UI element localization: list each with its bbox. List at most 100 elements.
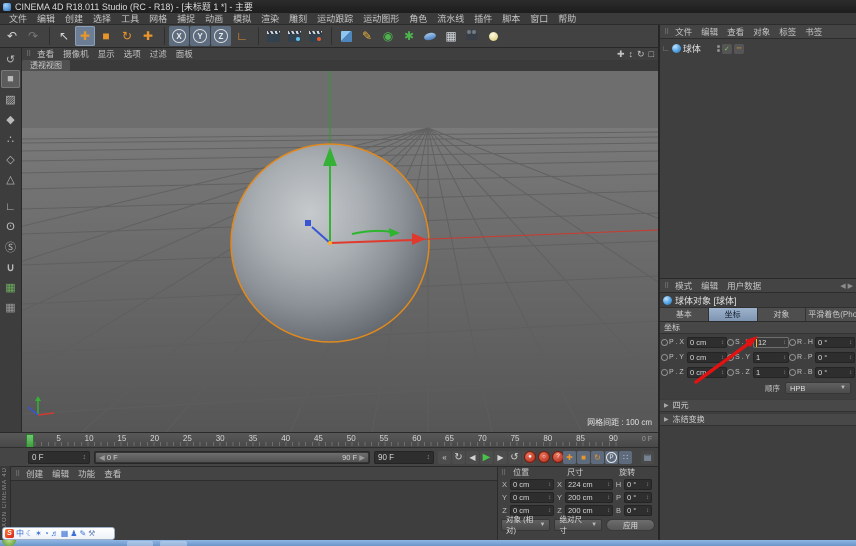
menu-sculpt[interactable]: 雕刻 — [284, 12, 312, 25]
lock-y-axis-button[interactable]: Y — [190, 26, 210, 46]
material-menu-edit[interactable]: 编辑 — [48, 468, 73, 480]
end-frame-field[interactable]: 90 F — [374, 451, 434, 464]
render-settings-button[interactable] — [305, 26, 325, 46]
viewport-menu-panel[interactable]: 面板 — [172, 48, 197, 60]
object-menu-tags[interactable]: 标签 — [775, 26, 800, 38]
render-picture-viewer-button[interactable] — [284, 26, 304, 46]
start-button[interactable] — [2, 540, 16, 546]
enable-snap-icon[interactable]: Ⓢ — [1, 238, 20, 256]
enable-axis-icon[interactable]: ∟ — [1, 198, 20, 216]
coordinates-section-header[interactable]: 坐标 — [660, 322, 856, 334]
timeline-window-icon[interactable]: ▤ — [641, 451, 654, 464]
panel-grip-icon[interactable]: ⠿ — [15, 470, 21, 478]
menu-create[interactable]: 创建 — [60, 12, 88, 25]
tab-object[interactable]: 对象 — [758, 308, 807, 321]
coordinate-mode-dropdown[interactable]: 对象 (相对)▼ — [501, 519, 550, 531]
toggle-view-icon[interactable]: □ — [649, 49, 654, 60]
scale-tool-button[interactable]: ■ — [96, 26, 116, 46]
tab-coordinates[interactable]: 坐标 — [709, 308, 758, 321]
object-menu-bookmarks[interactable]: 书签 — [801, 26, 826, 38]
coordinate-system-button[interactable]: ∟ — [232, 26, 252, 46]
lock-workplane-icon[interactable]: ▦ — [1, 298, 20, 316]
order-dropdown[interactable]: HPB▼ — [785, 382, 851, 394]
editable-check-icon[interactable]: ✓ — [722, 44, 732, 54]
panel-grip-icon[interactable]: ⠿ — [498, 469, 507, 477]
material-menu-view[interactable]: 查看 — [100, 468, 125, 480]
object-name[interactable]: 球体 — [683, 42, 701, 55]
keyframe-dot[interactable] — [661, 354, 668, 361]
s-x-field[interactable]: 12 — [753, 337, 789, 348]
add-primitive-button[interactable] — [336, 26, 356, 46]
key-rotation-toggle[interactable]: ↻ — [591, 451, 604, 464]
tab-basic[interactable]: 基本 — [660, 308, 709, 321]
viewport-menu-options[interactable]: 选项 — [120, 48, 145, 60]
menu-script[interactable]: 脚本 — [497, 12, 525, 25]
keyframe-dot[interactable] — [661, 339, 668, 346]
floor-button[interactable]: ▦ — [441, 26, 461, 46]
magnet-icon[interactable]: ∪ — [1, 258, 20, 276]
generators-button[interactable]: ✱ — [399, 26, 419, 46]
menu-mograph[interactable]: 运动图形 — [358, 12, 404, 25]
polygons-mode-icon[interactable]: △ — [1, 170, 20, 188]
menu-render[interactable]: 渲染 — [256, 12, 284, 25]
rotation-p-field[interactable]: 0 ° — [624, 492, 652, 503]
panel-grip-icon[interactable]: ⠿ — [26, 50, 32, 58]
position-x-field[interactable]: 0 cm — [510, 479, 554, 490]
timeline-playhead[interactable] — [26, 434, 34, 448]
key-pla-toggle[interactable]: ∷ — [619, 451, 632, 464]
workplane-mode-icon[interactable]: ◆ — [1, 110, 20, 128]
ime-toolbox-icon[interactable]: ⚒ — [88, 529, 95, 538]
r-p-field[interactable]: 0 ° — [815, 352, 855, 363]
rotation-b-field[interactable]: 0 ° — [624, 505, 652, 516]
texture-mode-icon[interactable]: ▨ — [1, 90, 20, 108]
gizmo-origin[interactable] — [328, 241, 332, 245]
redo-button[interactable]: ↷ — [23, 26, 43, 46]
model-mode-icon[interactable]: ■ — [1, 70, 20, 88]
menu-plugins[interactable]: 插件 — [469, 12, 497, 25]
menu-motion-tracker[interactable]: 运动跟踪 — [312, 12, 358, 25]
menu-pipeline[interactable]: 流水线 — [432, 12, 469, 25]
start-frame-field[interactable]: 0 F — [28, 451, 90, 464]
ime-skin-icon[interactable]: ✎ — [79, 529, 86, 538]
viewport-menu-view[interactable]: 查看 — [33, 48, 58, 60]
apply-button[interactable]: 应用 — [606, 519, 655, 531]
sogou-logo-icon[interactable]: S — [5, 529, 14, 538]
rotate-view-icon[interactable]: ↻ — [637, 49, 645, 60]
viewport-menu-cameras[interactable]: 摄像机 — [59, 48, 93, 60]
keyframe-dot[interactable] — [727, 369, 734, 376]
camera-button[interactable] — [462, 26, 482, 46]
record-keyframe-button[interactable]: ● — [524, 451, 536, 463]
rotation-h-field[interactable]: 0 ° — [624, 479, 652, 490]
panel-grip-icon[interactable]: ⠿ — [664, 282, 670, 290]
menu-help[interactable]: 帮助 — [553, 12, 581, 25]
keyframe-dot[interactable] — [789, 339, 796, 346]
autokey-button[interactable]: ○ — [538, 451, 550, 463]
menu-character[interactable]: 角色 — [404, 12, 432, 25]
panel-grip-icon[interactable]: ⠿ — [664, 28, 670, 36]
key-parameter-toggle[interactable]: P — [605, 451, 618, 464]
viewport-canvas[interactable] — [22, 71, 658, 432]
quaternion-section[interactable]: ▶ 四元 — [660, 399, 856, 412]
menu-snap[interactable]: 捕捉 — [172, 12, 200, 25]
attribute-menu-userdata[interactable]: 用户数据 — [723, 280, 765, 292]
size-mode-dropdown[interactable]: 绝对尺寸▼ — [554, 519, 602, 531]
size-x-field[interactable]: 224 cm — [565, 479, 613, 490]
ime-fullwidth-icon[interactable]: ☾ — [26, 529, 33, 538]
viewport-tab-perspective[interactable]: 透视视图 — [22, 60, 70, 71]
keyframe-dot[interactable] — [727, 354, 734, 361]
key-scale-toggle[interactable]: ■ — [577, 451, 590, 464]
taskbar-button[interactable] — [127, 541, 153, 546]
ime-account-icon[interactable]: ♟ — [70, 529, 77, 538]
rotate-tool-button[interactable]: ↻ — [117, 26, 137, 46]
material-menu-function[interactable]: 功能 — [74, 468, 99, 480]
timeline-ruler[interactable]: 05 1015 2025 3035 4045 5055 6065 7075 80… — [0, 432, 658, 447]
menu-edit[interactable]: 编辑 — [32, 12, 60, 25]
lock-z-axis-button[interactable]: Z — [211, 26, 231, 46]
frame-range-slider[interactable]: ◀ 0 F 90 F ▶ — [94, 451, 370, 464]
workplane-icon[interactable]: ▦ — [1, 278, 20, 296]
taskbar-button[interactable] — [160, 541, 187, 546]
environment-button[interactable] — [420, 26, 440, 46]
r-b-field[interactable]: 0 ° — [815, 367, 855, 378]
p-y-field[interactable]: 0 cm — [687, 352, 727, 363]
gizmo-z-handle[interactable] — [305, 220, 311, 226]
